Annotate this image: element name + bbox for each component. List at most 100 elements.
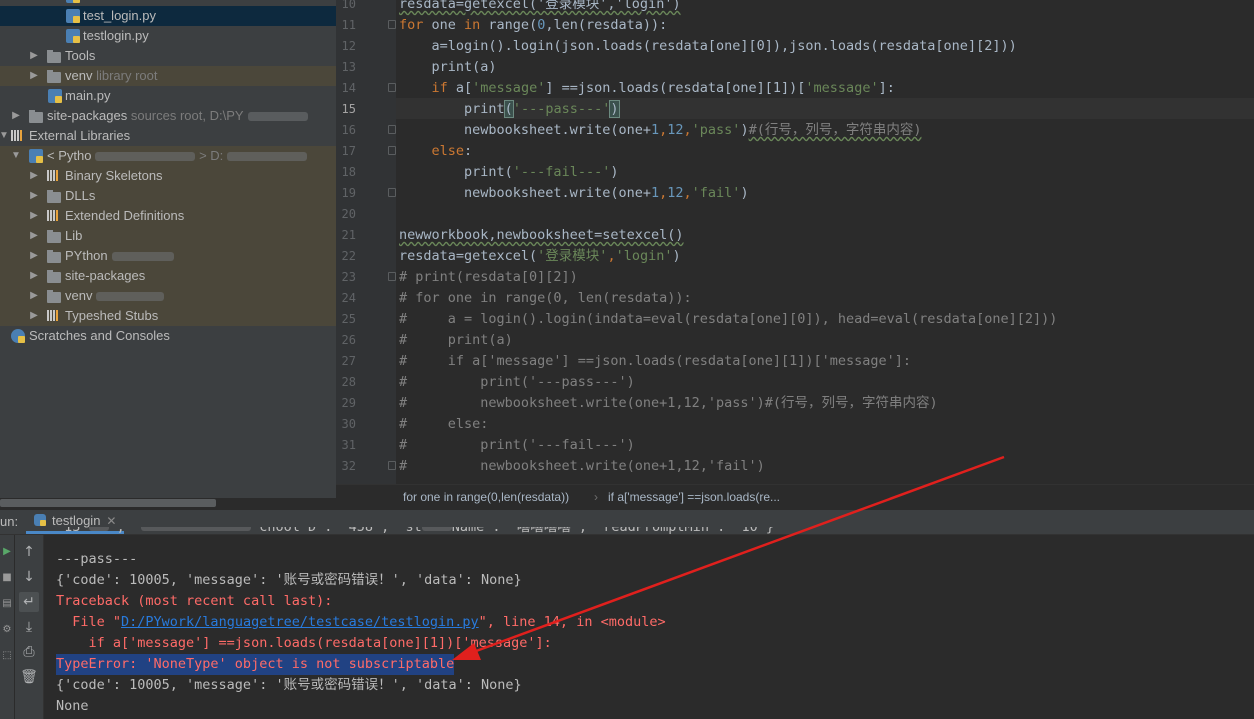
tree-item-python-sdk[interactable]: ▼ < Pytho > D: bbox=[0, 146, 336, 166]
tree-item-binary-skeletons[interactable]: ▶ Binary Skeletons bbox=[0, 166, 336, 186]
chevron-right-icon[interactable]: ▶ bbox=[28, 246, 40, 266]
tree-item-label: venv bbox=[65, 68, 93, 83]
chevron-right-icon[interactable]: ▶ bbox=[28, 206, 40, 226]
chevron-right-icon[interactable]: ▶ bbox=[28, 226, 40, 246]
scroll-to-end-icon[interactable]: ⤓ bbox=[19, 617, 39, 637]
fold-marker-icon[interactable] bbox=[388, 20, 396, 29]
code-text: newbooksheet.write(one+ bbox=[399, 185, 651, 201]
code-text: resdata=getexcel('登录模块','login') bbox=[399, 0, 681, 12]
chevron-down-icon[interactable]: ▼ bbox=[0, 126, 10, 146]
close-icon[interactable]: ✕ bbox=[106, 514, 116, 528]
tree-item-dlls[interactable]: ▶ DLLs bbox=[0, 186, 336, 206]
tree-item-scratches[interactable]: Scratches and Consoles bbox=[0, 326, 336, 346]
code-text: ) bbox=[672, 248, 681, 264]
code-text: ) bbox=[610, 164, 619, 180]
fold-marker-icon[interactable] bbox=[388, 188, 396, 197]
tree-item-lib[interactable]: ▶ Lib bbox=[0, 226, 336, 246]
output-line: {'code': 10005, 'message': '账号或密码错误！', '… bbox=[56, 572, 522, 588]
chevron-right-icon[interactable]: ▶ bbox=[10, 106, 22, 126]
comment-line: # if a['message'] ==json.loads(resdata[o… bbox=[399, 353, 912, 369]
fold-marker-icon[interactable] bbox=[388, 125, 396, 134]
string-literal: 'login' bbox=[615, 248, 673, 264]
error-message-line: TypeError: 'NoneType' object is not subs… bbox=[56, 654, 455, 675]
code-line-current: print('---pass---') bbox=[399, 99, 620, 120]
outer-toolbar: ▶ ■ ▤ ⚙ ⬚ bbox=[0, 535, 14, 719]
scroll-up-icon[interactable]: ↑ bbox=[19, 542, 39, 562]
chevron-right-icon[interactable]: ▶ bbox=[28, 306, 40, 326]
output-text: ", line 14, in <module> bbox=[478, 614, 666, 630]
chevron-right-icon[interactable]: ▶ bbox=[28, 166, 40, 186]
code-line: print('---fail---') bbox=[399, 162, 618, 183]
output-line: {'code': 10005, 'message': '账号或密码错误！', '… bbox=[56, 677, 522, 693]
tree-item-venv[interactable]: ▶ venv library root bbox=[0, 66, 336, 86]
tree-item-typeshed-stubs[interactable]: ▶ Typeshed Stubs bbox=[0, 306, 336, 326]
fold-marker-icon[interactable] bbox=[388, 83, 396, 92]
chevron-right-icon[interactable]: ▶ bbox=[28, 46, 40, 66]
code-text: a[ bbox=[447, 80, 473, 96]
breadcrumb-item[interactable]: if a['message'] ==json.loads(re... bbox=[608, 485, 780, 509]
soft-wrap-icon[interactable]: ↵ bbox=[19, 592, 39, 612]
tree-item-label: PYthon bbox=[65, 248, 108, 263]
trash-icon[interactable]: 🗑 bbox=[19, 667, 39, 687]
tree-item-tools[interactable]: ▶ Tools bbox=[0, 46, 336, 66]
tree-item-external-libraries[interactable]: ▼ External Libraries bbox=[0, 126, 336, 146]
string-literal: 'fail' bbox=[691, 185, 741, 201]
fold-marker-icon[interactable] bbox=[388, 146, 396, 155]
pin-icon[interactable]: ⬚ bbox=[0, 649, 14, 663]
line-number: 19 bbox=[341, 186, 356, 200]
tree-item-label: testlogin.py bbox=[83, 28, 149, 43]
chevron-right-icon[interactable]: ▶ bbox=[28, 266, 40, 286]
output-text: Name': '嘻嘻嘻嘻', 'readPromptMin': '10'} bbox=[451, 527, 774, 535]
tree-item-site-packages[interactable]: ▶ site-packages bbox=[0, 266, 336, 286]
tree-item-main[interactable]: main.py bbox=[0, 86, 336, 106]
scroll-down-icon[interactable]: ↓ bbox=[19, 567, 39, 587]
tree-item-venv-lib[interactable]: ▶ venv bbox=[0, 286, 336, 306]
chevron-right-icon[interactable]: ▶ bbox=[28, 66, 40, 86]
comment-line: # newbooksheet.write(one+1,12,'pass')#(行… bbox=[399, 395, 938, 411]
line-number: 13 bbox=[341, 60, 356, 74]
traceback-code-line: if a['message'] ==json.loads(resdata[one… bbox=[56, 635, 552, 651]
settings-icon[interactable]: ⚙ bbox=[0, 623, 14, 637]
comment: #(行号，列号，字符串内容) bbox=[748, 122, 922, 138]
traceback-file-link[interactable]: D:/PYwork/languagetree/testcase/testlogi… bbox=[121, 614, 479, 630]
chevron-down-icon[interactable]: ▼ bbox=[10, 146, 22, 166]
rerun-icon[interactable]: ▶ bbox=[0, 545, 14, 559]
chevron-right-icon[interactable]: ▶ bbox=[28, 186, 40, 206]
scratches-icon bbox=[11, 329, 25, 343]
fold-marker-icon[interactable] bbox=[388, 461, 396, 470]
sdk-path-hint: > D: bbox=[199, 148, 224, 163]
line-number: 24 bbox=[341, 291, 356, 305]
tree-item-python-lib[interactable]: ▶ PYthon bbox=[0, 246, 336, 266]
line-number: 12 bbox=[341, 39, 356, 53]
project-tree: test_login.py testlogin.py ▶ Tools ▶ ven… bbox=[0, 0, 336, 498]
redacted-text bbox=[88, 527, 109, 531]
chevron-right-icon[interactable]: ▶ bbox=[28, 286, 40, 306]
folder-icon bbox=[47, 50, 61, 63]
tree-item-extended-definitions[interactable]: ▶ Extended Definitions bbox=[0, 206, 336, 226]
python-sdk-icon bbox=[29, 149, 43, 163]
line-number: 21 bbox=[341, 228, 356, 242]
keyword: if bbox=[399, 80, 448, 96]
code-line: newbooksheet.write(one+1,12,'fail') bbox=[399, 185, 749, 201]
tree-item-label: Tools bbox=[65, 48, 96, 63]
tree-item-testlogin[interactable]: testlogin.py bbox=[0, 26, 336, 46]
print-icon[interactable]: ⎙ bbox=[19, 642, 39, 662]
fold-marker-icon[interactable] bbox=[388, 272, 396, 281]
python-file-icon bbox=[48, 89, 62, 103]
tree-horizontal-scrollbar[interactable] bbox=[0, 499, 216, 507]
code-line: newworkbook,newbooksheet=setexcel() bbox=[399, 225, 683, 246]
tree-item-label: site-packages bbox=[65, 268, 146, 283]
stop-icon[interactable]: ■ bbox=[0, 571, 14, 585]
python-icon bbox=[34, 514, 46, 526]
sources-root-hint: sources root, D:\PY bbox=[130, 108, 244, 123]
string-literal: '---fail---' bbox=[512, 164, 611, 180]
breadcrumb-item[interactable]: for one in range(0,len(resdata)) bbox=[403, 485, 569, 509]
tree-item-test-login[interactable]: test_login.py bbox=[0, 6, 336, 26]
layout-icon[interactable]: ▤ bbox=[0, 597, 14, 611]
number-literal: 1 bbox=[650, 122, 660, 138]
code-line: resdata=getexcel('登录模块','login') bbox=[399, 248, 681, 264]
code-editor[interactable]: 10 11 12 13 14 15 16 17 18 19 20 21 22 2… bbox=[336, 0, 1254, 484]
code-text: newbooksheet.write(one+ bbox=[399, 122, 651, 138]
tree-item-site-packages-root[interactable]: ▶ site-packages sources root, D:\PY bbox=[0, 106, 336, 126]
breadcrumb: for one in range(0,len(resdata)) › if a[… bbox=[336, 484, 1254, 509]
